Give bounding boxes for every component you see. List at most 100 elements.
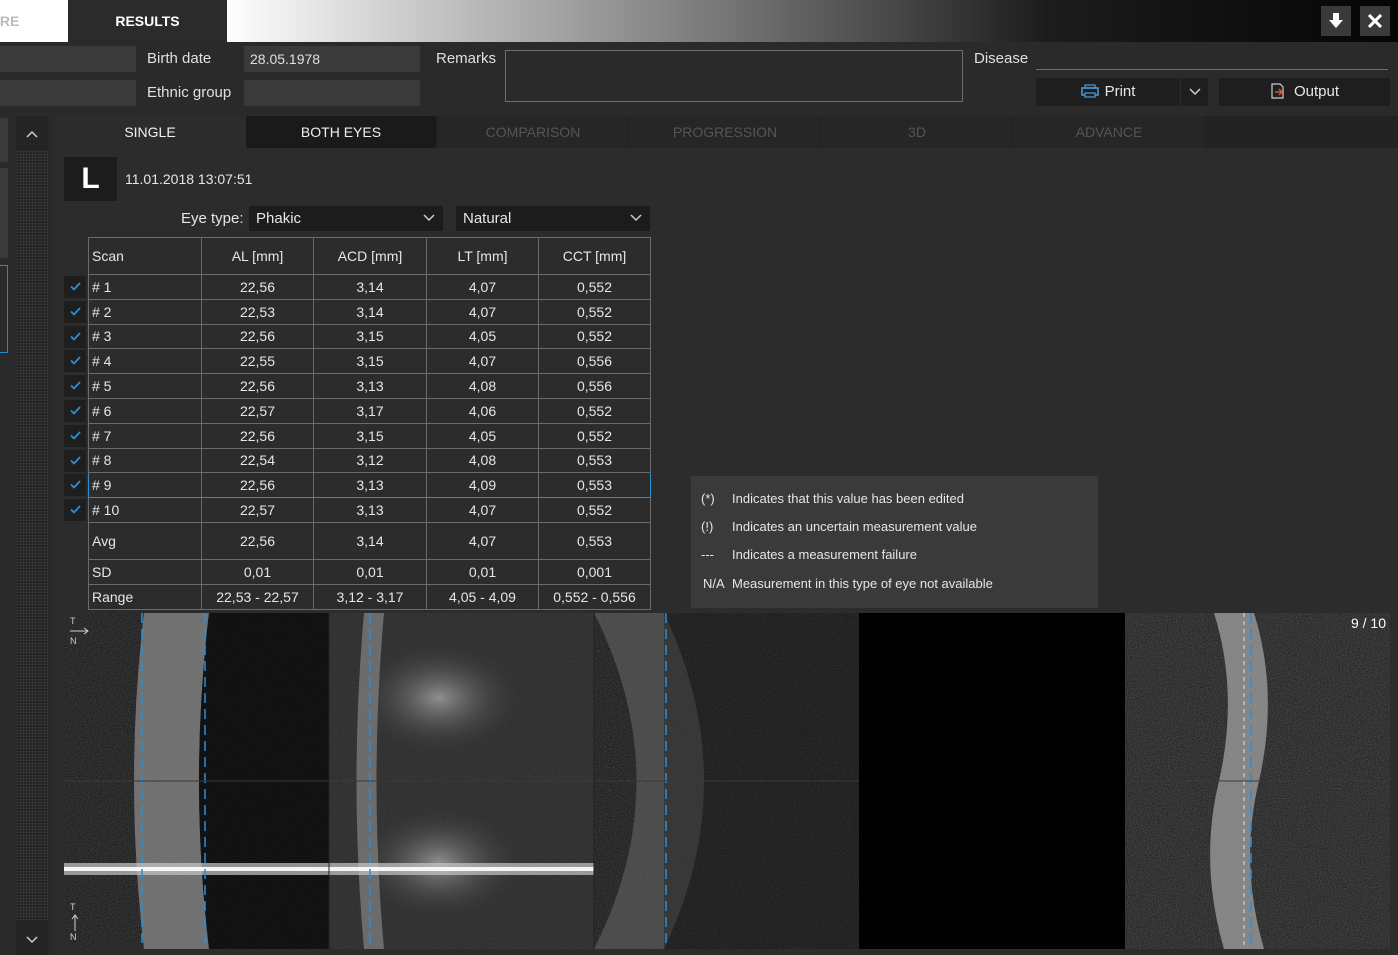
table-row[interactable]: # 4 22,55 3,15 4,07 0,556	[88, 348, 651, 375]
cell-cct: 0,553	[538, 447, 651, 474]
tab-capture[interactable]: IRE	[0, 0, 68, 42]
cell-cct: 0,552	[538, 497, 651, 523]
scan-include-checkbox[interactable]	[64, 499, 86, 522]
ethnic-group-field[interactable]	[244, 80, 420, 106]
cell-acd: 3,15	[313, 422, 427, 449]
orientation-n: N	[70, 932, 77, 942]
patient-header: Birth date 28.05.1978 Ethnic group Remar…	[0, 42, 1398, 112]
name-field[interactable]	[0, 46, 136, 72]
orientation-t: T	[70, 902, 76, 912]
cell-cct: 0,001	[538, 558, 651, 585]
scan-include-checkbox[interactable]	[64, 276, 86, 298]
exam-list-scrollbar[interactable]	[16, 116, 48, 955]
cell-al: 22,56	[201, 472, 314, 499]
biometry-table: Scan AL [mm] ACD [mm] LT [mm] CCT [mm] #…	[88, 237, 651, 610]
legend-panel: (*) Indicates that this value has been ed…	[691, 476, 1098, 608]
close-button[interactable]	[1360, 6, 1390, 36]
scan-include-checkbox[interactable]	[64, 375, 86, 398]
table-row[interactable]: # 5 22,56 3,13 4,08 0,556	[88, 373, 651, 399]
print-options-button[interactable]	[1181, 78, 1208, 106]
cell-al: 22,56	[201, 323, 314, 350]
scan-include-checkbox[interactable]	[64, 474, 86, 497]
cell-cct: 0,552	[538, 397, 651, 424]
scan-include-checkbox[interactable]	[64, 400, 86, 422]
birth-date-field[interactable]: 28.05.1978	[244, 46, 420, 72]
legend-text: Measurement in this type of eye not avai…	[732, 576, 993, 591]
exam-datetime: 11.01.2018 13:07:51	[125, 171, 253, 187]
oct-scan-images[interactable]: 9 / 10 T N T N	[64, 613, 1390, 949]
chevron-down-icon	[26, 936, 38, 944]
summary-row: Avg 22,56 3,14 4,07 0,553	[88, 521, 651, 560]
cell-acd: 3,14	[313, 274, 427, 300]
scan-include-checkbox[interactable]	[64, 325, 86, 348]
table-row[interactable]: # 2 22,53 3,14 4,07 0,552	[88, 298, 651, 325]
cell-cct: 0,552	[538, 422, 651, 449]
table-row[interactable]: # 6 22,57 3,17 4,06 0,552	[88, 397, 651, 424]
oct-scan-canvas	[64, 613, 1390, 949]
orientation-marker-top: T N	[70, 615, 90, 647]
output-button[interactable]: Output	[1219, 78, 1390, 106]
header-acd: ACD [mm]	[313, 237, 427, 275]
scroll-down-button[interactable]	[16, 924, 48, 954]
table-row[interactable]: # 7 22,56 3,15 4,05 0,552	[88, 422, 651, 449]
scan-include-checkbox[interactable]	[64, 350, 86, 373]
table-row[interactable]: # 10 22,57 3,13 4,07 0,552	[88, 497, 651, 523]
cell-scan: Avg	[88, 521, 202, 560]
checkmark-icon	[69, 406, 81, 415]
left-panel	[0, 112, 10, 955]
lens-type-value: Natural	[463, 210, 512, 227]
cell-acd: 3,15	[313, 348, 427, 375]
remarks-label: Remarks	[436, 50, 497, 67]
cell-cct: 0,556	[538, 348, 651, 375]
lens-type-select[interactable]: Natural	[456, 206, 650, 231]
header-scan: Scan	[88, 237, 202, 275]
scan-include-checkbox[interactable]	[64, 449, 86, 472]
scroll-up-button[interactable]	[16, 118, 48, 148]
tab-results[interactable]: RESULTS	[68, 0, 227, 42]
cell-lt: 4,05	[426, 323, 539, 350]
cell-scan: # 4	[88, 348, 202, 375]
print-button[interactable]: Print	[1036, 78, 1180, 106]
tab-advance: ADVANCE	[1014, 116, 1204, 148]
tab-both-eyes[interactable]: BOTH EYES	[246, 116, 436, 148]
table-row[interactable]: # 1 22,56 3,14 4,07 0,552	[88, 274, 651, 300]
cell-cct: 0,552	[538, 298, 651, 325]
cell-cct: 0,553	[538, 472, 651, 499]
checkmark-icon	[69, 282, 81, 291]
download-button[interactable]	[1321, 6, 1351, 36]
id-field[interactable]	[0, 80, 136, 106]
table-row[interactable]: # 8 22,54 3,12 4,08 0,553	[88, 447, 651, 474]
scroll-track[interactable]	[16, 150, 48, 920]
table-row[interactable]: # 3 22,56 3,15 4,05 0,552	[88, 323, 651, 350]
checkmark-icon	[69, 307, 81, 316]
cell-cct: 0,553	[538, 521, 651, 560]
tab-single[interactable]: SINGLE	[54, 116, 246, 148]
left-panel-item-selected[interactable]	[0, 265, 8, 353]
eye-type-select[interactable]: Phakic	[249, 206, 443, 231]
checkmark-icon	[69, 505, 81, 514]
cell-lt: 4,09	[426, 472, 539, 499]
chevron-down-icon	[1188, 88, 1201, 96]
cell-al: 22,57	[201, 397, 314, 424]
ethnic-group-label: Ethnic group	[147, 84, 232, 101]
table-row[interactable]: # 9 22,56 3,13 4,09 0,553	[88, 472, 651, 499]
print-label: Print	[1104, 83, 1136, 100]
chevron-down-icon	[423, 214, 435, 222]
remarks-textarea[interactable]	[505, 50, 963, 102]
scan-include-checkbox[interactable]	[64, 300, 86, 323]
chevron-down-icon	[630, 214, 642, 222]
cell-scan: # 5	[88, 373, 202, 399]
cell-al: 22,53	[201, 298, 314, 325]
left-panel-item[interactable]	[0, 168, 8, 258]
left-panel-item[interactable]	[0, 118, 8, 162]
checkmark-icon	[69, 381, 81, 390]
cell-scan: Range	[88, 583, 202, 610]
cell-scan: # 2	[88, 298, 202, 325]
close-icon	[1367, 13, 1383, 29]
disease-field[interactable]	[1036, 69, 1388, 70]
cell-lt: 4,07	[426, 497, 539, 523]
arrow-up-icon	[71, 914, 79, 931]
cell-acd: 3,13	[313, 373, 427, 399]
scan-include-checkbox[interactable]	[64, 424, 86, 447]
eye-type-value: Phakic	[256, 210, 302, 227]
